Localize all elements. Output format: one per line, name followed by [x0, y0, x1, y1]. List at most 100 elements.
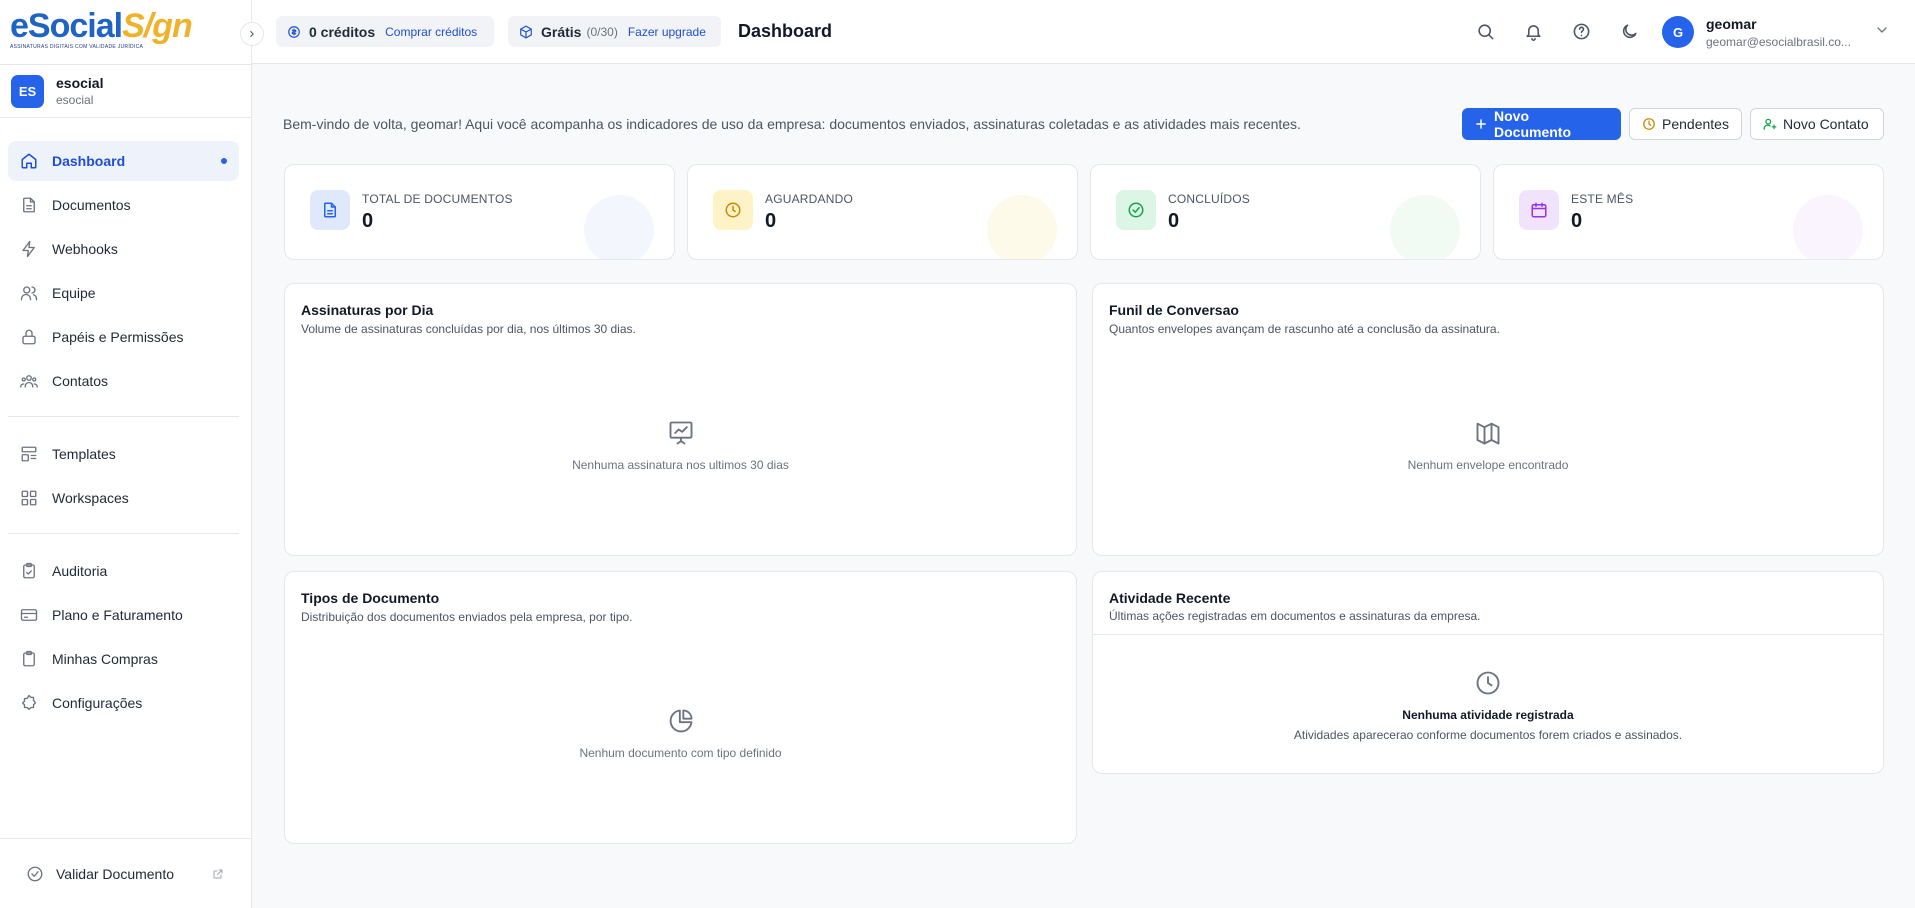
card-subtitle: Distribuição dos documentos enviados pel…	[301, 610, 633, 624]
active-indicator	[221, 158, 227, 164]
decorative-blob	[1793, 195, 1863, 259]
clipboard-list-icon	[20, 650, 38, 668]
plan-pill: Grátis (0/30) Fazer upgrade	[508, 16, 721, 47]
new-document-button[interactable]: Novo Documento	[1462, 108, 1621, 140]
card-title: Tipos de Documento	[301, 590, 440, 606]
notifications-button[interactable]	[1522, 20, 1544, 42]
sidebar-item-templates[interactable]: Templates	[8, 434, 239, 474]
grid-icon	[20, 489, 38, 507]
check-circle-icon	[26, 865, 44, 883]
empty-state-text: Nenhuma assinatura nos ultimos 30 dias	[572, 458, 789, 472]
logo-text-left: eSocial	[10, 7, 123, 45]
sidebar-item-label: Plano e Faturamento	[52, 607, 183, 623]
user-menu-button[interactable]	[1874, 22, 1890, 38]
sidebar-item-compras[interactable]: Minhas Compras	[8, 639, 239, 679]
document-icon	[310, 190, 350, 230]
nav-divider	[8, 416, 239, 417]
org-name: esocial	[56, 75, 104, 91]
contacts-icon	[20, 372, 38, 390]
card-subtitle: Últimas ações registradas em documentos …	[1109, 609, 1481, 623]
brand-logo[interactable]: eSocialS/gn Assinaturas digitais com val…	[10, 6, 193, 58]
topbar: 0 créditos Comprar créditos Grátis (0/30…	[252, 0, 1915, 64]
plus-icon	[1474, 117, 1488, 131]
stat-value: 0	[362, 210, 374, 232]
sidebar-item-label: Contatos	[52, 373, 109, 389]
pending-label: Pendentes	[1662, 116, 1729, 132]
recent-activity-card: Atividade Recente Últimas ações registra…	[1092, 571, 1884, 774]
stat-value: 0	[1571, 210, 1583, 232]
user-avatar[interactable]: G	[1662, 16, 1694, 48]
card-title: Assinaturas por Dia	[301, 302, 434, 318]
sidebar-item-label: Dashboard	[52, 153, 126, 169]
sidebar-item-equipe[interactable]: Equipe	[8, 273, 239, 313]
sidebar-item-dashboard[interactable]: Dashboard	[8, 141, 239, 181]
stat-card-completed: CONCLUÍDOS 0	[1090, 164, 1481, 260]
sidebar-item-documentos[interactable]: Documentos	[8, 185, 239, 225]
help-button[interactable]	[1570, 20, 1592, 42]
decorative-blob	[1390, 195, 1460, 259]
credits-pill: 0 créditos Comprar créditos	[276, 16, 494, 47]
plan-usage: (0/30)	[586, 24, 618, 39]
sidebar-item-webhooks[interactable]: Webhooks	[8, 229, 239, 269]
search-button[interactable]	[1474, 20, 1496, 42]
sidebar-item-label: Workspaces	[52, 490, 129, 506]
search-icon	[1476, 22, 1495, 41]
chevron-down-icon	[1874, 22, 1890, 38]
sidebar-item-label: Auditoria	[52, 563, 108, 579]
sidebar-item-label: Webhooks	[52, 241, 118, 257]
sidebar-item-plano[interactable]: Plano e Faturamento	[8, 595, 239, 635]
nav-group-main: Dashboard Documentos Webhooks Equipe Pap…	[8, 141, 239, 405]
nav-group-account: Auditoria Plano e Faturamento Minhas Com…	[8, 551, 239, 727]
moon-icon	[1620, 22, 1639, 41]
sidebar-item-papeis[interactable]: Papéis e Permissões	[8, 317, 239, 357]
clock-icon	[713, 190, 753, 230]
help-icon	[1572, 22, 1591, 41]
sidebar-item-label: Equipe	[52, 285, 96, 301]
user-email: geomar@esocialbrasil.co...	[1706, 35, 1851, 49]
calendar-icon	[1519, 190, 1559, 230]
decorative-blob	[987, 195, 1057, 259]
buy-credits-link[interactable]: Comprar créditos	[385, 25, 477, 39]
sidebar-item-contatos[interactable]: Contatos	[8, 361, 239, 401]
stat-value: 0	[765, 210, 777, 232]
conversion-funnel-card: Funil de Conversao Quantos envelopes ava…	[1092, 283, 1884, 556]
org-switcher[interactable]: ES esocial esocial	[0, 64, 252, 118]
gear-icon	[20, 694, 38, 712]
sidebar-item-auditoria[interactable]: Auditoria	[8, 551, 239, 591]
card-title: Funil de Conversao	[1109, 302, 1239, 318]
stat-label: ESTE MÊS	[1571, 192, 1634, 206]
sidebar-toggle-button[interactable]	[240, 22, 264, 46]
stat-card-month: ESTE MÊS 0	[1493, 164, 1884, 260]
new-document-label: Novo Documento	[1494, 108, 1571, 140]
sidebar-item-label: Configurações	[52, 695, 143, 711]
external-link-icon	[212, 868, 224, 880]
sidebar-item-workspaces[interactable]: Workspaces	[8, 478, 239, 518]
new-contact-label: Novo Contato	[1783, 116, 1869, 132]
decorative-blob	[584, 195, 654, 259]
credits-count: 0 créditos	[309, 23, 376, 40]
new-contact-button[interactable]: Novo Contato	[1750, 108, 1884, 140]
clock-icon	[1474, 669, 1502, 697]
sidebar-item-label: Minhas Compras	[52, 651, 158, 667]
document-types-card: Tipos de Documento Distribuição dos docu…	[284, 571, 1077, 844]
plan-name: Grátis	[541, 23, 582, 40]
org-sub: esocial	[56, 93, 94, 107]
pending-button[interactable]: Pendentes	[1629, 108, 1742, 140]
logo-tagline: Assinaturas digitais com validade jurídi…	[10, 44, 144, 50]
validate-label: Validar Documento	[56, 865, 175, 882]
validate-document-link[interactable]: Validar Documento	[0, 838, 252, 908]
card-divider	[1093, 634, 1883, 635]
box-icon	[519, 25, 533, 39]
bolt-icon	[20, 240, 38, 258]
user-name: geomar	[1706, 16, 1757, 32]
theme-toggle-button[interactable]	[1618, 20, 1640, 42]
sidebar-item-configuracoes[interactable]: Configurações	[8, 683, 239, 723]
card-title: Atividade Recente	[1109, 590, 1231, 606]
stat-label: AGUARDANDO	[765, 192, 854, 206]
bell-icon	[1524, 22, 1543, 41]
clipboard-icon	[20, 562, 38, 580]
map-icon	[1474, 419, 1502, 447]
coin-icon	[287, 25, 301, 39]
org-avatar: ES	[11, 74, 44, 108]
upgrade-link[interactable]: Fazer upgrade	[628, 25, 706, 39]
